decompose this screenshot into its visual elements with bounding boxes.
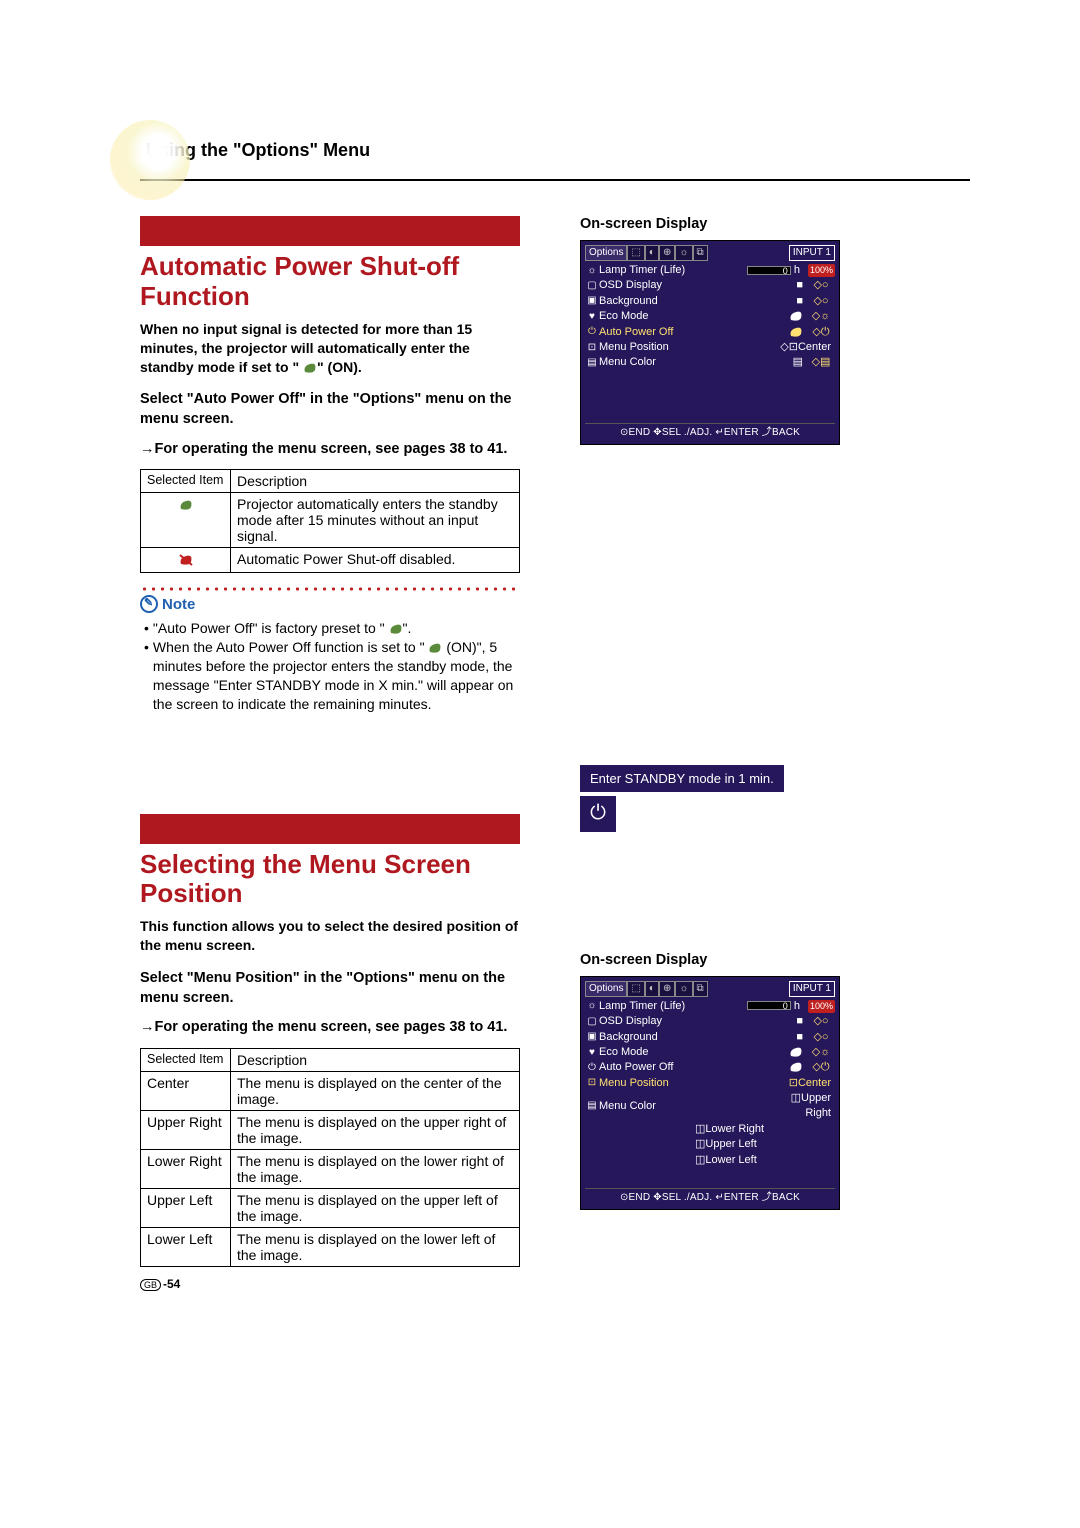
osd-tab-icon: ◐ — [645, 981, 659, 997]
section1-intro: When no input signal is detected for mor… — [140, 320, 520, 377]
note-label-text: Note — [162, 596, 195, 613]
standby-icon: ⏻ — [580, 796, 616, 832]
osd-sub-item: Upper Left — [705, 1138, 756, 1150]
osd-tab-icon: ⧉ — [693, 981, 708, 997]
osd-lamp-pct: 100% — [808, 264, 835, 277]
table-row: The menu is displayed on the lower right… — [231, 1149, 520, 1188]
osd-sub-item: Lower Right — [705, 1123, 764, 1135]
osd-lamp-pct: 100% — [808, 1000, 835, 1013]
osd-tab-icon: ⊕ — [659, 981, 675, 997]
osd-footer: ⊙END ✥SEL ./ADJ. ↵ENTER ⤴BACK — [585, 1188, 835, 1205]
table-icon-off — [141, 548, 231, 573]
table-row: The menu is displayed on the lower left … — [231, 1227, 520, 1266]
osd-item-highlight: Menu Position — [599, 1076, 777, 1091]
note-body: "Auto Power Off" is factory preset to " … — [140, 619, 520, 713]
gb-badge: GB — [140, 1279, 161, 1291]
header-glow — [110, 120, 190, 200]
osd-tab-icon: ⊕ — [659, 245, 675, 261]
note2: When the Auto Power Off function is set … — [153, 638, 520, 714]
note1: "Auto Power Off" is factory preset to " … — [153, 619, 412, 638]
osd-item: Background — [599, 1030, 749, 1045]
osd-sub-item: Upper Right — [801, 1092, 831, 1119]
standby-message: Enter STANDBY mode in 1 min. — [580, 765, 784, 792]
osd-tab-icon: ☼ — [675, 245, 692, 261]
osd-lamp-h: h — [794, 1000, 800, 1012]
page-number: GB-54 — [140, 1277, 180, 1291]
section2-table: Selected Item Description CenterThe menu… — [140, 1048, 520, 1267]
table-row: The menu is displayed on the upper left … — [231, 1188, 520, 1227]
osd-tab-icon: ◐ — [645, 245, 659, 261]
note1b: ". — [403, 620, 412, 636]
section1-instruct2: →For operating the menu screen, see page… — [140, 440, 520, 460]
table-row: Upper Left — [141, 1188, 231, 1227]
osd-input-badge: INPUT 1 — [789, 245, 835, 261]
osd-tab-icon: ⬚ — [627, 245, 644, 261]
page-num-text: -54 — [163, 1277, 180, 1291]
osd-lamp-h: h — [794, 264, 800, 276]
section-bar — [140, 814, 520, 844]
osd-val: Center — [798, 341, 831, 353]
page-title: Using the "Options" Menu — [146, 140, 970, 161]
leaf-on-icon — [389, 623, 403, 635]
leaf-on-icon — [428, 642, 442, 654]
osd-item-highlight: Auto Power Off — [599, 325, 749, 340]
section-bar — [140, 216, 520, 246]
osd-item: Eco Mode — [599, 309, 749, 324]
table-header-item: Selected Item — [141, 1048, 231, 1071]
table-header-desc: Description — [231, 1048, 520, 1071]
osd-item: Menu Color — [599, 1099, 777, 1114]
osd-tab-icon: ⬚ — [627, 981, 644, 997]
dotted-divider — [140, 583, 520, 591]
osd-item: Lamp Timer (Life) — [599, 263, 746, 278]
section2-intro: This function allows you to select the d… — [140, 917, 520, 955]
table-desc-on: Projector automatically enters the stand… — [231, 493, 520, 548]
table-row: The menu is displayed on the center of t… — [231, 1071, 520, 1110]
osd-sub-item: Center — [798, 1077, 831, 1089]
table-icon-on — [141, 493, 231, 548]
osd-input-badge: INPUT 1 — [789, 981, 835, 997]
table-row: Center — [141, 1071, 231, 1110]
leaf-on-icon — [303, 362, 317, 374]
osd-item: Menu Position — [599, 340, 777, 355]
osd-label: On-screen Display — [580, 216, 970, 232]
osd-item: Background — [599, 294, 749, 309]
table-header-item: Selected Item — [141, 470, 231, 493]
note1a: "Auto Power Off" is factory preset to " — [153, 620, 389, 636]
note-icon — [140, 595, 158, 613]
header-divider — [140, 179, 970, 181]
osd-sub-item: Lower Left — [705, 1154, 756, 1166]
section2-instruct2: →For operating the menu screen, see page… — [140, 1018, 520, 1038]
osd-display-2: Options ⬚ ◐ ⊕ ☼ ⧉ INPUT 1 ☼Lamp Timer (L… — [580, 976, 840, 1210]
osd-item: Menu Color — [599, 355, 749, 370]
osd-tab-options: Options — [585, 981, 627, 997]
table-row: Lower Left — [141, 1227, 231, 1266]
section2-heading: Selecting the Menu Screen Position — [140, 850, 520, 910]
osd-item: Eco Mode — [599, 1045, 749, 1060]
note-label: Note — [140, 595, 520, 613]
section2-instruct1: Select "Menu Position" in the "Options" … — [140, 969, 520, 1008]
section1-table: Selected Item Description Projector auto… — [140, 469, 520, 573]
osd-display-1: Options ⬚ ◐ ⊕ ☼ ⧉ INPUT 1 ☼Lamp Timer (L… — [580, 240, 840, 445]
osd-tab-icon: ⧉ — [693, 245, 708, 261]
table-row: Lower Right — [141, 1149, 231, 1188]
osd-item: OSD Display — [599, 1014, 749, 1029]
osd-item: Auto Power Off — [599, 1060, 749, 1075]
section1-heading: Automatic Power Shut-off Function — [140, 252, 520, 312]
osd-footer: ⊙END ✥SEL ./ADJ. ↵ENTER ⤴BACK — [585, 423, 835, 440]
table-desc-off: Automatic Power Shut-off disabled. — [231, 548, 520, 573]
section1-instruct1: Select "Auto Power Off" in the "Options"… — [140, 390, 520, 429]
table-row: Upper Right — [141, 1110, 231, 1149]
osd-label: On-screen Display — [580, 952, 970, 968]
osd-tab-options: Options — [585, 245, 627, 261]
note2a: When the Auto Power Off function is set … — [153, 639, 429, 655]
table-header-desc: Description — [231, 470, 520, 493]
osd-item: Lamp Timer (Life) — [599, 999, 746, 1014]
table-row: The menu is displayed on the upper right… — [231, 1110, 520, 1149]
osd-tab-icon: ☼ — [675, 981, 692, 997]
osd-item: OSD Display — [599, 278, 749, 293]
intro-suffix: " (ON). — [317, 359, 362, 375]
